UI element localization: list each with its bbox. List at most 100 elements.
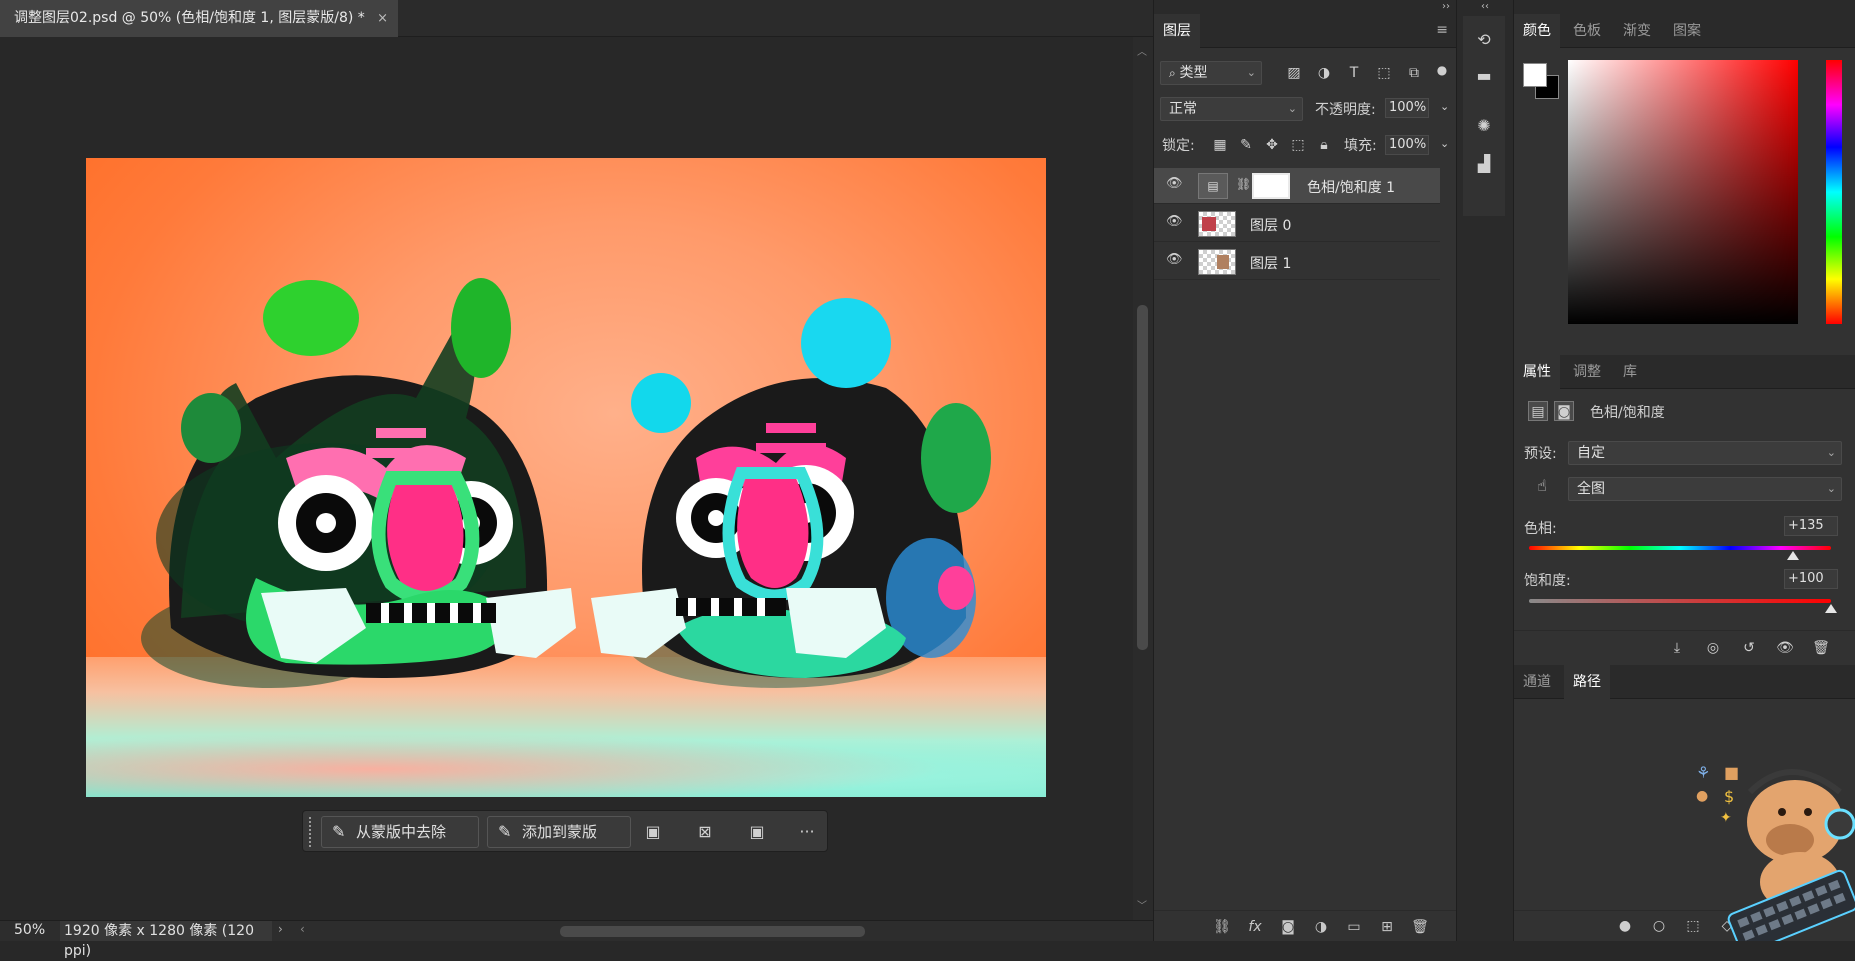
color-saturation-field[interactable] bbox=[1568, 60, 1798, 324]
layer-row[interactable]: 👁︎ ▤ ⛓︎ 色相/饱和度 1 bbox=[1154, 168, 1440, 204]
navigator-icon[interactable]: ✺ bbox=[1472, 114, 1496, 138]
hue-slider-track[interactable] bbox=[1529, 546, 1831, 550]
add-to-mask-label: 添加到蒙版 bbox=[522, 823, 598, 841]
new-adjustment-layer-icon[interactable]: ◑ bbox=[1311, 917, 1331, 937]
saturation-slider-thumb[interactable] bbox=[1825, 604, 1837, 613]
opacity-input[interactable]: 100% bbox=[1385, 98, 1429, 118]
tab-adjustments[interactable]: 调整 bbox=[1564, 355, 1610, 389]
document-window: 调整图层02.psd @ 50% (色相/饱和度 1, 图层蒙版/8) * × bbox=[0, 0, 1153, 959]
tab-color[interactable]: 颜色 bbox=[1514, 14, 1560, 48]
mask-options-icon[interactable]: ▣ bbox=[745, 820, 769, 844]
blend-mode-select[interactable]: 正常 ⌄ bbox=[1160, 97, 1303, 121]
scroll-left-icon[interactable]: ‹ bbox=[300, 922, 305, 936]
delete-adjustment-icon[interactable]: 🗑︎ bbox=[1810, 638, 1832, 658]
stroke-path-icon[interactable]: ○ bbox=[1648, 916, 1670, 936]
vertical-scroll-thumb[interactable] bbox=[1137, 305, 1148, 650]
lock-image-pixels-icon[interactable]: ✎ bbox=[1236, 135, 1256, 155]
hue-input[interactable]: +135 bbox=[1784, 516, 1838, 536]
hue-slider[interactable] bbox=[1826, 60, 1842, 324]
fill-path-icon[interactable]: ● bbox=[1614, 916, 1636, 936]
fill-input[interactable]: 100% bbox=[1385, 135, 1429, 155]
mask-properties-icon[interactable]: ◙ bbox=[1554, 401, 1574, 421]
pixel-filter-icon[interactable]: ▨ bbox=[1284, 63, 1304, 83]
preset-select[interactable]: 自定 ⌄ bbox=[1568, 441, 1842, 465]
close-icon[interactable]: × bbox=[377, 0, 388, 37]
tab-gradients[interactable]: 渐变 bbox=[1614, 14, 1660, 48]
adjustment-filter-icon[interactable]: ◑ bbox=[1314, 63, 1334, 83]
dock-collapse-bar[interactable]: ‹‹ bbox=[1457, 0, 1513, 14]
vertical-scrollbar[interactable]: ︿ ﹀ bbox=[1133, 37, 1153, 920]
foreground-color-swatch[interactable] bbox=[1523, 63, 1547, 87]
lock-artboard-icon[interactable]: ⬚ bbox=[1288, 135, 1308, 155]
eye-icon[interactable]: 👁︎ bbox=[1166, 214, 1183, 229]
saturation-input[interactable]: +100 bbox=[1784, 569, 1838, 589]
eye-icon[interactable]: 👁︎ bbox=[1166, 252, 1183, 267]
clip-to-layer-icon[interactable]: ⤓ bbox=[1666, 638, 1688, 658]
lock-position-icon[interactable]: ✥ bbox=[1262, 135, 1282, 155]
tab-patterns[interactable]: 图案 bbox=[1664, 14, 1710, 48]
lock-transparency-icon[interactable]: ▦ bbox=[1210, 135, 1230, 155]
delete-layer-icon[interactable]: 🗑︎ bbox=[1410, 917, 1430, 937]
eye-icon[interactable]: 👁︎ bbox=[1166, 176, 1183, 191]
smart-object-filter-icon[interactable]: ⧉ bbox=[1404, 63, 1424, 83]
collapsed-panel-group: ⟲ ▬ ✺ ▟ bbox=[1463, 16, 1505, 216]
tab-paths[interactable]: 路径 bbox=[1564, 665, 1610, 699]
opacity-chevron-icon[interactable]: ⌄ bbox=[1440, 100, 1449, 113]
disable-mask-icon[interactable]: ⊠ bbox=[693, 820, 717, 844]
properties-tabbar: 属性 调整 库 bbox=[1514, 355, 1855, 389]
svg-text:$: $ bbox=[1724, 787, 1734, 806]
chain-link-icon[interactable]: ⛓︎ bbox=[1236, 177, 1251, 191]
saturation-slider-track[interactable] bbox=[1529, 599, 1831, 603]
layer-row[interactable]: 👁︎ 图层 0 bbox=[1154, 206, 1440, 242]
layer-style-fx-icon[interactable]: fx bbox=[1245, 917, 1265, 937]
chevron-down-icon: ⌄ bbox=[1826, 446, 1836, 459]
zoom-level[interactable]: 50% bbox=[14, 922, 45, 938]
history-icon[interactable]: ⟲ bbox=[1472, 28, 1496, 52]
preset-label: 预设: bbox=[1524, 446, 1557, 462]
reset-adjustments-icon[interactable]: ↺ bbox=[1738, 638, 1760, 658]
scroll-up-icon[interactable]: ︿ bbox=[1137, 43, 1147, 58]
tab-properties[interactable]: 属性 bbox=[1514, 355, 1560, 389]
layer-mask-thumbnail[interactable] bbox=[1252, 173, 1290, 199]
more-options-icon[interactable]: ··· bbox=[795, 820, 819, 844]
tab-swatches[interactable]: 色板 bbox=[1564, 14, 1610, 48]
lock-all-icon[interactable]: 🔒︎ bbox=[1314, 135, 1334, 155]
canvas-area[interactable] bbox=[0, 37, 1133, 920]
add-to-mask-button[interactable]: ✎ 添加到蒙版 bbox=[487, 816, 631, 848]
tab-layers[interactable]: 图层 bbox=[1154, 14, 1200, 48]
toggle-visibility-eye-icon[interactable]: 👁︎ bbox=[1774, 638, 1796, 658]
adjustment-properties-icon[interactable]: ▤ bbox=[1528, 401, 1548, 421]
horizontal-scroll-thumb[interactable] bbox=[560, 926, 865, 937]
layers-panel: ›› 图层 ≡ ⌕ 类型 ⌄ ▨ ◑ T ⬚ ⧉ ● 正常 ⌄ 不透明度: 10… bbox=[1153, 0, 1457, 941]
filter-toggle-icon[interactable]: ● bbox=[1432, 60, 1452, 80]
remove-from-mask-button[interactable]: ✎ 从蒙版中去除 bbox=[321, 816, 479, 848]
scroll-down-icon[interactable]: ﹀ bbox=[1137, 897, 1147, 912]
targeted-adjustment-hand-icon[interactable]: ☝︎ bbox=[1532, 476, 1552, 496]
add-mask-icon[interactable]: ◙ bbox=[1278, 917, 1298, 937]
status-menu-arrow-icon[interactable]: › bbox=[278, 922, 283, 936]
layer-row[interactable]: 👁︎ 图层 1 bbox=[1154, 244, 1440, 280]
channel-select[interactable]: 全图 ⌄ bbox=[1568, 477, 1842, 501]
document-tab[interactable]: 调整图层02.psd @ 50% (色相/饱和度 1, 图层蒙版/8) * × bbox=[0, 0, 398, 37]
dock-collapse-bar[interactable]: ›› bbox=[1154, 0, 1456, 14]
comments-icon[interactable]: ▬ bbox=[1472, 64, 1496, 88]
tab-channels[interactable]: 通道 bbox=[1514, 665, 1560, 699]
link-layers-icon[interactable]: ⛓︎ bbox=[1212, 917, 1232, 937]
view-previous-state-icon[interactable]: ◎ bbox=[1702, 638, 1724, 658]
mask-settings-icon[interactable]: ▣ bbox=[641, 820, 665, 844]
dock-collapse-bar[interactable] bbox=[1514, 0, 1855, 14]
tab-libraries[interactable]: 库 bbox=[1614, 355, 1646, 389]
type-filter-icon[interactable]: T bbox=[1344, 63, 1364, 83]
shape-filter-icon[interactable]: ⬚ bbox=[1374, 63, 1394, 83]
histogram-icon[interactable]: ▟ bbox=[1472, 152, 1496, 176]
new-group-folder-icon[interactable]: ▭ bbox=[1344, 917, 1364, 937]
toolbar-grip-handle[interactable] bbox=[309, 817, 313, 847]
fill-chevron-icon[interactable]: ⌄ bbox=[1440, 137, 1449, 150]
hue-slider-thumb[interactable] bbox=[1787, 551, 1800, 560]
layer-filter-select[interactable]: ⌕ 类型 ⌄ bbox=[1160, 61, 1262, 85]
svg-text:■: ■ bbox=[1724, 763, 1739, 782]
new-layer-icon[interactable]: ⊞ bbox=[1377, 917, 1397, 937]
saturation-label: 饱和度: bbox=[1524, 573, 1571, 589]
document-image[interactable] bbox=[86, 158, 1046, 797]
panel-menu-icon[interactable]: ≡ bbox=[1436, 22, 1448, 38]
